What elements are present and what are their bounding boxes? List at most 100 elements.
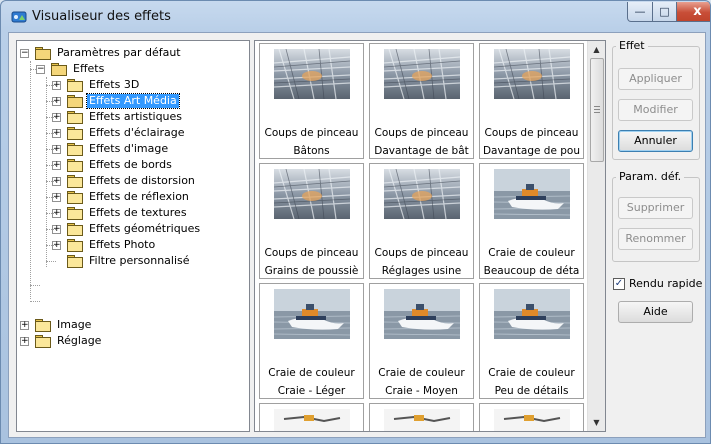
brush-strokes-thumbnail [384,169,460,219]
folder-icon [67,255,83,268]
preview-caption-line2: Davantage de pou [482,145,581,157]
tree-node-effect-category[interactable]: + Effets de réflexion [52,189,191,205]
rename-button[interactable]: Renommer [618,228,693,250]
minimize-icon: — [634,5,646,18]
preview-caption-line1: Coups de pinceau [264,247,359,259]
folder-open-icon [35,47,51,60]
tree-line [46,85,56,86]
tree-label: Effets d'éclairage [89,126,185,139]
preview-caption-line2: Craie - Moyen [385,385,458,397]
effect-preview-item-partial[interactable] [479,403,584,431]
dialog-client: − Paramètres par défaut − Effets + Effets… [8,32,706,438]
scroll-down-icon[interactable]: ▼ [588,414,605,431]
scrollbar-thumb[interactable] [590,58,604,162]
effet-group-title: Effet [616,39,648,52]
folder-icon [67,191,83,204]
brush-strokes-thumbnail [274,169,350,219]
preview-caption-line2: Davantage de bât [374,145,469,157]
tree-node-effets[interactable]: − Effets [36,61,106,77]
folder-icon [67,143,83,156]
preview-caption-line2: Grains de poussiè [264,265,359,277]
effect-preview-item[interactable]: Coups de pinceau Réglages usine [369,163,474,279]
effect-preview-item[interactable]: Craie de couleur Craie - Léger [259,283,364,399]
effect-preview-item[interactable]: Coups de pinceau Davantage de pou [479,43,584,159]
tree-label: Effets de distorsion [89,174,195,187]
tree-node-effect-category[interactable]: + Effets géométriques [52,221,202,237]
tree-node-effect-category[interactable]: + Effets Art Média [52,93,180,109]
folder-icon [67,127,83,140]
tree-node-root[interactable]: − Paramètres par défaut [20,45,183,61]
effects-tree[interactable]: − Paramètres par défaut − Effets + Effets… [16,40,250,432]
tree-node-effect-category[interactable]: Filtre personnalisé [52,253,192,269]
modify-button[interactable]: Modifier [618,99,693,121]
collapse-icon[interactable]: − [36,64,45,74]
folder-icon [35,319,51,332]
effect-preview-item[interactable]: Craie de couleur Peu de détails [479,283,584,399]
tree-line [46,149,56,150]
tree-node-effect-category[interactable]: + Effets d'image [52,141,170,157]
effect-preview-item[interactable]: Coups de pinceau Bâtons [259,43,364,159]
tree-line [46,229,56,230]
title-bar[interactable]: Visualiseur des effets — □ x [1,1,710,33]
folder-icon [67,111,83,124]
vertical-scrollbar[interactable]: ▲ ▼ [587,41,605,431]
delete-button[interactable]: Supprimer [618,197,693,219]
tree-line [46,133,56,134]
brush-strokes-thumbnail [494,49,570,99]
preview-caption-line1: Coups de pinceau [374,127,469,139]
effect-preview-item[interactable]: Craie de couleur Craie - Moyen [369,283,474,399]
folder-icon [67,175,83,188]
maximize-icon: □ [659,5,670,18]
boat-photo-thumbnail [494,289,570,339]
effect-preview-item[interactable]: Coups de pinceau Davantage de bât [369,43,474,159]
folder-icon [67,79,83,92]
apply-button[interactable]: Appliquer [618,68,693,90]
expand-icon[interactable]: + [20,320,29,330]
tree-node-image[interactable]: + Image [20,317,93,333]
preview-caption-line2: Bâtons [293,145,330,157]
collapse-icon[interactable]: − [20,48,29,58]
preview-caption-line2: Réglages usine [381,265,462,277]
tree-label: Effets Photo [89,238,156,251]
tree-label: Réglage [57,334,102,347]
tree-node-effect-category[interactable]: + Effets de bords [52,157,174,173]
preview-caption-line1: Craie de couleur [488,367,575,379]
tree-node-reglage[interactable]: + Réglage [20,333,103,349]
help-button[interactable]: Aide [618,301,693,323]
scroll-up-icon[interactable]: ▲ [588,41,605,58]
expand-icon[interactable]: + [20,336,29,346]
app-icon [11,11,27,23]
cancel-button[interactable]: Annuler [618,130,693,152]
tree-node-effect-category[interactable]: + Effets d'éclairage [52,125,187,141]
tree-label: Image [57,318,92,331]
minimize-button[interactable]: — [627,2,653,22]
tree-label: Effets d'image [89,142,169,155]
tree-node-effect-category[interactable]: + Effets Photo [52,237,157,253]
brush-strokes-thumbnail [384,49,460,99]
folder-icon [67,223,83,236]
tree-node-effect-category[interactable]: + Effets de distorsion [52,173,197,189]
maximize-button[interactable]: □ [652,2,677,22]
folder-icon [67,207,83,220]
tree-node-effect-category[interactable]: + Effets 3D [52,77,141,93]
tree-node-effect-category[interactable]: + Effets artistiques [52,109,184,125]
preview-thumbnail [274,409,350,431]
tree-line [30,285,40,286]
preview-caption-line1: Craie de couleur [378,367,465,379]
fast-render-label: Rendu rapide [629,277,703,290]
tree-label: Effets géométriques [89,222,201,235]
fast-render-checkbox[interactable]: ✓ [613,278,625,290]
effect-preview-gallery[interactable]: Coups de pinceau Bâtons Coups de pinceau D… [254,40,606,432]
preview-caption-line2: Beaucoup de déta [483,265,580,277]
effect-preview-item-partial[interactable] [259,403,364,431]
tree-line [46,261,56,262]
effect-preview-item[interactable]: Craie de couleur Beaucoup de déta [479,163,584,279]
preview-thumbnail [494,409,570,431]
tree-node-effect-category[interactable]: + Effets de textures [52,205,189,221]
close-button[interactable]: x [676,2,710,22]
effect-preview-item-partial[interactable] [369,403,474,431]
preview-caption-line1: Craie de couleur [488,247,575,259]
effect-preview-item[interactable]: Coups de pinceau Grains de poussiè [259,163,364,279]
tree-line [30,301,40,302]
param-group-title: Param. déf. [616,170,685,183]
